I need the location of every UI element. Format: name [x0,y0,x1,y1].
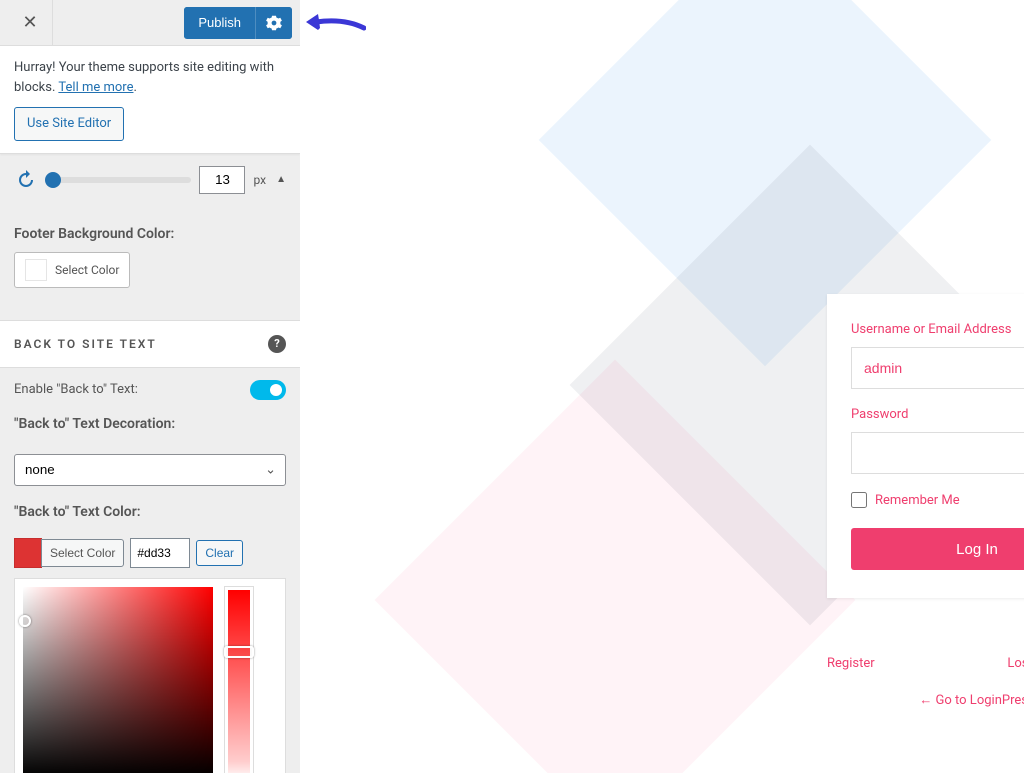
select-color-button[interactable]: Select Color [41,539,124,567]
use-site-editor-button[interactable]: Use Site Editor [14,107,124,141]
color-picker-panel [14,578,286,773]
undo-icon [16,170,36,190]
enable-back-to-label: Enable "Back to" Text: [14,382,138,397]
register-link[interactable]: Register [827,656,875,671]
close-customizer-button[interactable]: ✕ [8,0,53,45]
notice-text: Hurray! Your theme supports site editing… [14,60,274,95]
gear-icon [266,15,282,31]
remember-me-label: Remember Me [875,493,960,508]
hue-handle[interactable] [224,646,254,658]
color-hex-input[interactable] [130,538,190,568]
password-label: Password [851,407,1024,422]
back-to-decoration-label: "Back to" Text Decoration: [14,416,286,432]
collapse-caret-icon[interactable]: ▲ [276,174,286,185]
password-input[interactable] [851,432,1024,474]
saturation-handle[interactable] [19,615,31,627]
back-to-decoration-select[interactable]: none [14,454,286,486]
font-size-unit: px [253,173,266,187]
annotation-arrow [304,10,366,42]
remember-me-checkbox[interactable] [851,492,867,508]
settings-gear-button[interactable] [255,7,292,39]
arrow-icon [304,10,366,38]
reset-font-size-button[interactable] [14,168,38,192]
username-input[interactable] [851,347,1024,389]
back-to-site-link[interactable]: ← Go to LoginPress [827,692,1024,708]
back-to-site-section-header: BACK TO SITE TEXT ? [0,320,300,368]
publish-button[interactable]: Publish [184,7,255,38]
font-size-input[interactable] [199,166,245,194]
slider-thumb[interactable] [45,172,61,188]
help-icon[interactable]: ? [268,335,286,353]
tell-me-more-link[interactable]: Tell me more [58,80,133,95]
footer-bg-label: Footer Background Color: [14,226,286,242]
login-submit-button[interactable]: Log In [851,528,1024,570]
hue-strip[interactable] [225,587,253,773]
lost-password-link[interactable]: Lost your password? [1007,656,1024,671]
back-to-color-swatch [14,538,42,568]
back-to-color-label: "Back to" Text Color: [14,504,286,520]
footer-bg-select-color-button[interactable]: Select Color [14,252,130,288]
font-size-slider[interactable] [46,177,191,183]
login-preview-area: Username or Email Address Password Remem… [300,0,1024,773]
clear-color-button[interactable]: Clear [196,540,243,566]
username-label: Username or Email Address [851,322,1024,337]
back-to-site-heading: BACK TO SITE TEXT [14,337,157,351]
footer-bg-swatch [25,259,47,281]
enable-back-to-toggle[interactable] [250,380,286,400]
login-form-card: Username or Email Address Password Remem… [827,294,1024,598]
site-editing-notice: Hurray! Your theme supports site editing… [0,46,300,154]
saturation-picker[interactable] [23,587,213,773]
